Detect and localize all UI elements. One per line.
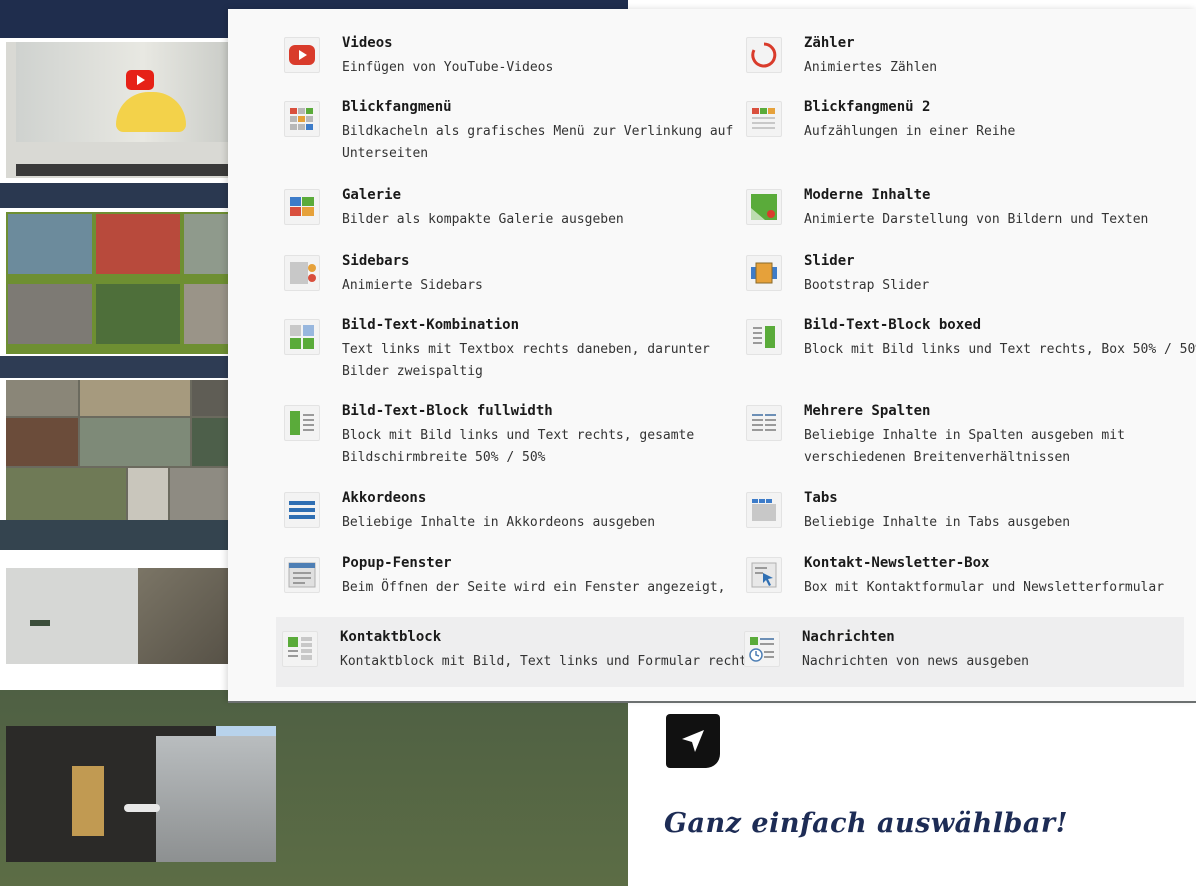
option-title: Tabs bbox=[804, 490, 838, 506]
gallery-image bbox=[6, 418, 78, 466]
house-image bbox=[156, 736, 276, 862]
tile-menu-2-icon bbox=[746, 101, 782, 137]
tabs-icon bbox=[746, 492, 782, 528]
option-title: Videos bbox=[342, 35, 393, 51]
modern-content-icon bbox=[746, 189, 782, 225]
option-description: Text links mit Textbox rechts daneben, d… bbox=[342, 342, 710, 379]
option-description: Animiertes Zählen bbox=[804, 60, 938, 75]
gallery-image bbox=[80, 418, 190, 466]
background-band bbox=[0, 520, 230, 550]
youtube-icon bbox=[284, 37, 320, 73]
option-description: Block mit Bild links und Text rechts, ge… bbox=[342, 428, 695, 465]
option-description: Animierte Darstellung von Bildern und Te… bbox=[804, 212, 1149, 227]
option-title: Blickfangmenü bbox=[342, 99, 452, 115]
option-description: Block mit Bild links und Text rechts, Bo… bbox=[804, 342, 1196, 357]
background-band bbox=[0, 183, 230, 208]
option-title: Akkordeons bbox=[342, 490, 427, 506]
tile-image bbox=[96, 284, 180, 344]
entrance-image bbox=[72, 766, 104, 836]
tile-image bbox=[96, 214, 180, 274]
option-description: Bilder als kompakte Galerie ausgeben bbox=[342, 212, 624, 227]
option-description: Bootstrap Slider bbox=[804, 278, 930, 293]
option-title: Slider bbox=[804, 253, 855, 269]
contact-newsletter-icon bbox=[746, 557, 782, 593]
option-description: Aufzählungen in einer Reihe bbox=[804, 124, 1016, 139]
option-title: Blickfangmenü 2 bbox=[804, 99, 931, 115]
option-title: Sidebars bbox=[342, 253, 410, 269]
option-title: Bild-Text-Block boxed bbox=[804, 317, 982, 333]
option-title: Zähler bbox=[804, 35, 855, 51]
option-title: Bild-Text-Block fullwidth bbox=[342, 403, 553, 419]
navigation-badge bbox=[666, 714, 720, 768]
option-description: Nachrichten von news ausgeben bbox=[802, 654, 1029, 669]
popup-window-icon bbox=[284, 557, 320, 593]
option-description: Beliebige Inhalte in Tabs ausgeben bbox=[804, 515, 1071, 530]
youtube-play-icon bbox=[126, 70, 154, 90]
image-text-fullwidth-icon bbox=[284, 405, 320, 441]
option-description: Kontaktblock mit Bild, Text links und Fo… bbox=[340, 654, 755, 669]
option-title: Kontakt-Newsletter-Box bbox=[804, 555, 990, 571]
news-icon bbox=[744, 631, 780, 667]
accordion-icon bbox=[284, 492, 320, 528]
image-text-combo-icon bbox=[284, 319, 320, 355]
house-preview-thumbnail bbox=[6, 726, 276, 862]
option-title: Mehrere Spalten bbox=[804, 403, 931, 419]
option-title: Moderne Inhalte bbox=[804, 187, 931, 203]
counter-icon bbox=[746, 37, 782, 73]
gallery-image bbox=[128, 468, 168, 520]
preview-button bbox=[124, 804, 160, 812]
option-description: Bildkacheln als grafisches Menü zur Verl… bbox=[342, 124, 734, 161]
gallery-icon bbox=[284, 189, 320, 225]
option-description: Box mit Kontaktformular und Newsletterfo… bbox=[804, 580, 1165, 595]
sidebars-icon bbox=[284, 255, 320, 291]
gallery-image bbox=[6, 468, 126, 520]
navigation-arrow-icon bbox=[682, 730, 704, 752]
contact-block-icon bbox=[282, 631, 318, 667]
tile-image bbox=[8, 214, 92, 274]
option-title: Galerie bbox=[342, 187, 402, 203]
background-band bbox=[0, 356, 230, 378]
option-title: Kontaktblock bbox=[340, 629, 442, 645]
image-text-boxed-icon bbox=[746, 319, 782, 355]
tile-menu-icon bbox=[284, 101, 320, 137]
columns-icon bbox=[746, 405, 782, 441]
tile-image bbox=[8, 284, 92, 344]
tagline-text: Ganz einfach auswählbar! bbox=[664, 808, 1068, 839]
option-title: Bild-Text-Kombination bbox=[342, 317, 520, 333]
gallery-image bbox=[6, 380, 78, 416]
option-description: Beliebige Inhalte in Akkordeons ausgeben bbox=[342, 515, 656, 530]
option-description: Einfügen von YouTube-Videos bbox=[342, 60, 554, 75]
gallery-image bbox=[80, 380, 190, 416]
content-element-picker: Videos Einfügen von YouTube-Videos Zähle… bbox=[228, 9, 1196, 703]
option-title: Nachrichten bbox=[802, 629, 895, 645]
option-description: Beim Öffnen der Seite wird ein Fenster a… bbox=[342, 580, 726, 595]
option-description: Animierte Sidebars bbox=[342, 278, 483, 293]
slider-icon bbox=[746, 255, 782, 291]
option-title: Popup-Fenster bbox=[342, 555, 452, 571]
preview-button bbox=[30, 620, 50, 626]
option-description: Beliebige Inhalte in Spalten ausgeben mi… bbox=[804, 428, 1125, 465]
